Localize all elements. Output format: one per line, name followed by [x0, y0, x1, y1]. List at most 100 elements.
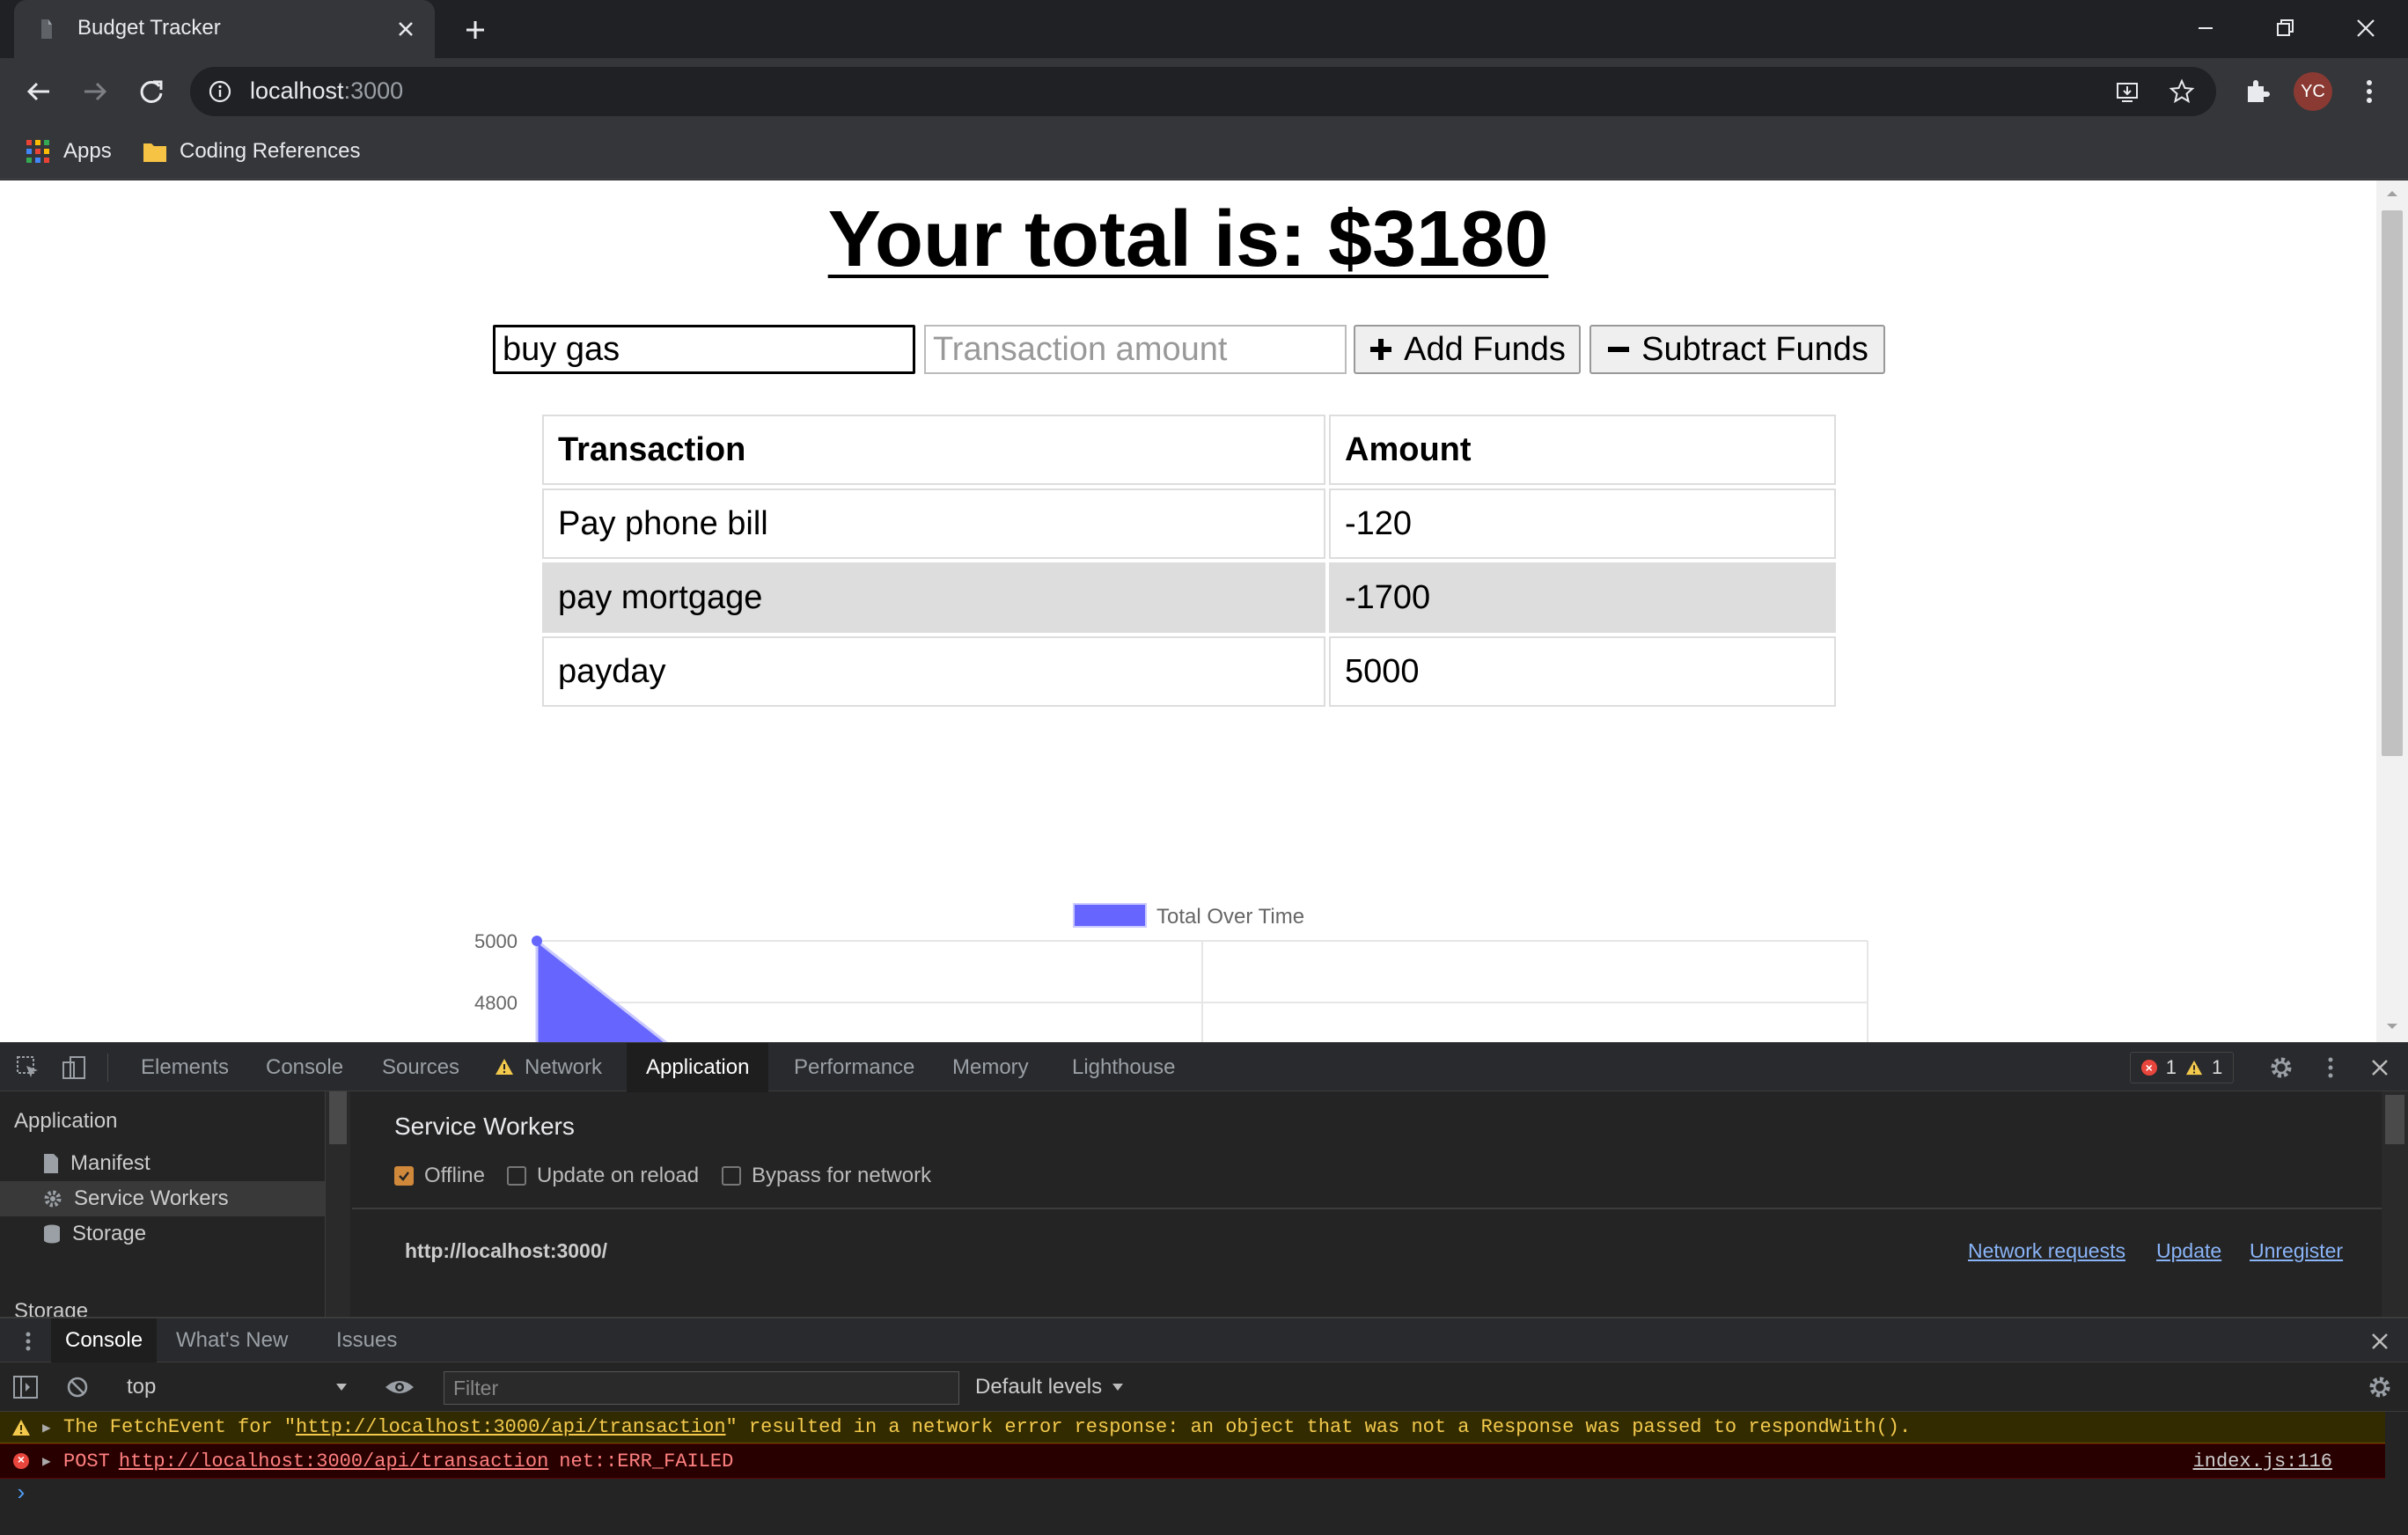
site-info-icon[interactable]: [208, 79, 232, 104]
subtract-funds-button[interactable]: Subtract Funds: [1589, 325, 1885, 374]
tab-divider: [107, 1054, 108, 1082]
console-prompt-icon[interactable]: ›: [14, 1480, 28, 1507]
page-scrollbar[interactable]: [2376, 180, 2408, 1042]
forward-arrow-icon[interactable]: [77, 74, 113, 109]
devtools-menu-icon[interactable]: [2316, 1054, 2345, 1082]
tab-memory[interactable]: Memory: [952, 1043, 1029, 1092]
install-app-icon[interactable]: [2114, 78, 2140, 105]
tab-sources[interactable]: Sources: [382, 1043, 459, 1092]
bookmark-star-icon[interactable]: [2169, 78, 2195, 105]
drawer-tab-whats-new[interactable]: What's New: [176, 1318, 288, 1362]
warning-url-link[interactable]: http://localhost:3000/api/transaction: [296, 1416, 725, 1438]
warning-icon: [2185, 1060, 2203, 1076]
add-funds-button[interactable]: Add Funds: [1354, 325, 1581, 374]
network-requests-link[interactable]: Network requests: [1968, 1239, 2125, 1263]
total-heading: Your total is: $3180: [827, 195, 1549, 283]
tab-console[interactable]: Console: [266, 1043, 343, 1092]
scroll-down-icon[interactable]: [2376, 1013, 2408, 1039]
console-filter-input[interactable]: [444, 1371, 959, 1405]
sidebar-item-storage[interactable]: Storage: [0, 1216, 325, 1252]
database-icon: [44, 1224, 60, 1244]
chart-y-tick-label: 5000: [474, 930, 518, 952]
panel-scroll-thumb[interactable]: [2385, 1095, 2404, 1144]
sidebar-scroll-thumb[interactable]: [329, 1091, 347, 1144]
drawer-tab-console[interactable]: Console: [51, 1318, 158, 1362]
back-arrow-icon[interactable]: [21, 74, 56, 109]
error-url-link[interactable]: http://localhost:3000/api/transaction: [119, 1451, 548, 1473]
tab-application[interactable]: Application: [627, 1043, 769, 1092]
profile-avatar[interactable]: YC: [2294, 72, 2332, 111]
legend-swatch: [1073, 903, 1147, 928]
warning-text-pre: The FetchEvent for ": [63, 1416, 297, 1438]
close-drawer-icon[interactable]: [2368, 1329, 2392, 1354]
error-icon: ×: [13, 1453, 29, 1469]
header-amount: Amount: [1329, 415, 1836, 485]
sidebar-toggle-icon[interactable]: [12, 1375, 39, 1399]
unregister-link[interactable]: Unregister: [2250, 1239, 2343, 1263]
tab-elements[interactable]: Elements: [141, 1043, 229, 1092]
checkbox-checked[interactable]: [394, 1166, 414, 1186]
bookmark-apps[interactable]: Apps: [25, 134, 112, 169]
restore-icon[interactable]: [2265, 9, 2304, 48]
settings-gear-icon[interactable]: [2267, 1054, 2295, 1082]
transaction-amount-cell: -120: [1329, 488, 1836, 559]
offline-checkbox[interactable]: Offline: [394, 1164, 485, 1188]
console-settings-icon[interactable]: [2366, 1373, 2394, 1401]
sidebar-section-storage: Storage: [14, 1299, 89, 1317]
drawer-tab-issues[interactable]: Issues: [336, 1318, 397, 1362]
chart-y-axis: 50004800460044004200: [474, 930, 518, 1014]
eye-icon[interactable]: [384, 1375, 415, 1399]
address-bar[interactable]: localhost:3000: [190, 67, 2216, 116]
devtools-tabbar: Elements Console Sources Network Applica…: [0, 1042, 2408, 1092]
bypass-for-network-checkbox[interactable]: Bypass for network: [722, 1164, 931, 1188]
update-on-reload-label: Update on reload: [537, 1164, 700, 1187]
bookmark-coding-references[interactable]: Coding References: [143, 134, 360, 169]
context-selector[interactable]: top: [114, 1371, 361, 1403]
page-scroll-thumb[interactable]: [2382, 210, 2403, 756]
scroll-up-icon[interactable]: [2376, 180, 2408, 207]
expand-triangle-icon[interactable]: ▶: [42, 1452, 63, 1470]
issues-counter[interactable]: × 1 1: [2130, 1052, 2234, 1083]
drawer-menu-icon[interactable]: [18, 1329, 39, 1354]
checkbox-unchecked[interactable]: [722, 1166, 741, 1186]
tab-title: Budget Tracker: [77, 16, 221, 40]
bookmark-coding-label: Coding References: [180, 139, 361, 163]
tab-lighthouse[interactable]: Lighthouse: [1072, 1043, 1175, 1092]
log-levels-dropdown[interactable]: Default levels: [975, 1371, 1125, 1403]
reload-icon[interactable]: [134, 74, 169, 109]
expand-triangle-icon[interactable]: ▶: [42, 1419, 63, 1436]
browser-tab[interactable]: Budget Tracker: [14, 0, 435, 58]
divider: [352, 1208, 2382, 1209]
clear-console-icon[interactable]: [65, 1375, 90, 1399]
sidebar-item-manifest[interactable]: Manifest: [0, 1146, 325, 1181]
update-on-reload-checkbox[interactable]: Update on reload: [507, 1164, 699, 1188]
checkbox-unchecked[interactable]: [507, 1166, 526, 1186]
close-window-icon[interactable]: [2346, 9, 2385, 48]
kebab-menu-icon[interactable]: [2352, 74, 2387, 109]
browser-toolbar: localhost:3000 YC: [0, 58, 2408, 125]
minimize-icon[interactable]: [2186, 9, 2225, 48]
close-devtools-icon[interactable]: [2366, 1054, 2394, 1082]
transaction-amount-cell: -1700: [1329, 562, 1836, 633]
tab-network[interactable]: Network: [525, 1043, 602, 1092]
warning-count: 1: [2212, 1056, 2223, 1078]
inspect-element-icon[interactable]: [14, 1054, 42, 1082]
chart-data-point: [532, 936, 542, 946]
error-source-link[interactable]: index.js:116: [2193, 1451, 2332, 1473]
extensions-icon[interactable]: [2239, 74, 2274, 109]
apps-grid-icon: [26, 140, 49, 163]
update-link[interactable]: Update: [2156, 1239, 2221, 1263]
close-tab-icon[interactable]: [394, 18, 417, 40]
panel-scrollbar[interactable]: [2382, 1091, 2408, 1317]
sidebar-item-service-workers[interactable]: Service Workers: [0, 1181, 325, 1216]
sidebar-scrollbar[interactable]: [326, 1091, 350, 1317]
tab-performance[interactable]: Performance: [794, 1043, 914, 1092]
bypass-label: Bypass for network: [752, 1164, 932, 1187]
transaction-amount-input[interactable]: [924, 325, 1347, 374]
devtools-panel: Elements Console Sources Network Applica…: [0, 1042, 2408, 1535]
transaction-name-input[interactable]: [493, 325, 915, 374]
new-tab-icon[interactable]: [459, 14, 491, 46]
transactions-table: Transaction Amount Pay phone bill -120 p…: [539, 411, 1839, 710]
device-toolbar-icon[interactable]: [60, 1054, 88, 1082]
table-row: Pay phone bill -120: [542, 488, 1836, 559]
